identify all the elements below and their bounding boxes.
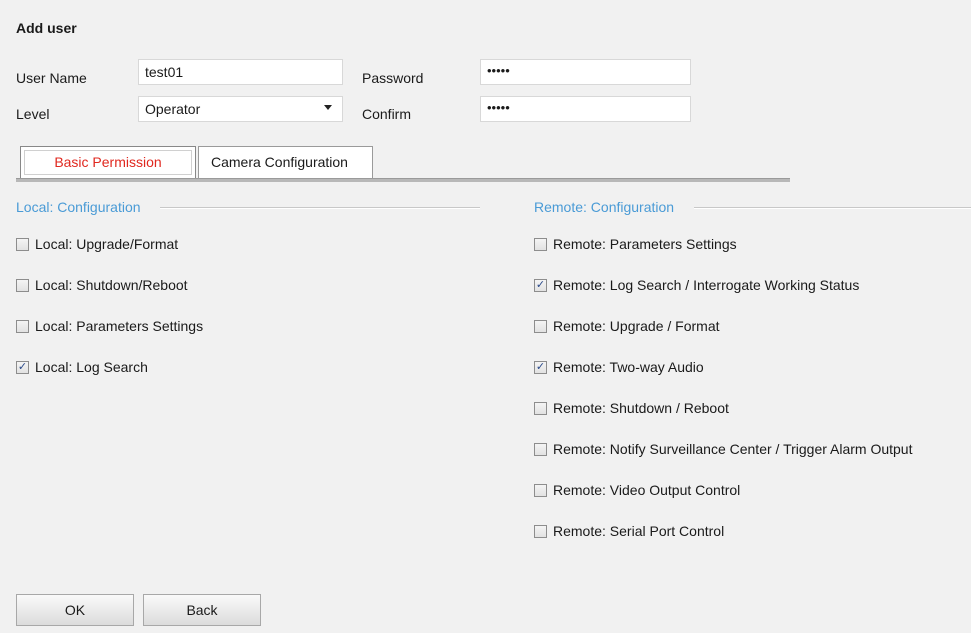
checkbox[interactable] — [16, 278, 29, 292]
username-field[interactable]: test01 — [138, 59, 343, 85]
tab-camera-configuration-label: Camera Configuration — [211, 154, 348, 170]
checkbox-checked[interactable]: ✓ — [16, 360, 29, 374]
local-permission-item[interactable]: ✓ Local: Log Search — [16, 359, 148, 375]
local-permission-item[interactable]: Local: Upgrade/Format — [16, 236, 178, 252]
remote-permission-item[interactable]: Remote: Shutdown / Reboot — [534, 400, 729, 416]
local-permission-item[interactable]: Local: Parameters Settings — [16, 318, 203, 334]
checkbox-checked[interactable]: ✓ — [534, 278, 547, 292]
permission-label: Remote: Parameters Settings — [553, 236, 737, 252]
checkbox[interactable] — [534, 483, 547, 497]
back-button[interactable]: Back — [143, 594, 261, 626]
permission-label: Remote: Shutdown / Reboot — [553, 400, 729, 416]
local-section-title: Local: Configuration — [16, 199, 143, 215]
permission-label: Local: Log Search — [35, 359, 148, 375]
checkbox[interactable] — [534, 319, 547, 333]
checkbox[interactable] — [534, 237, 547, 251]
tab-basic-permission-label: Basic Permission — [54, 154, 162, 170]
confirm-password-field[interactable]: ••••• — [480, 96, 691, 122]
username-label: User Name — [16, 70, 87, 86]
tab-bar: Basic Permission Camera Configuration — [16, 146, 790, 182]
chevron-down-icon — [324, 105, 332, 110]
remote-section-title: Remote: Configuration — [534, 199, 677, 215]
remote-permission-item[interactable]: Remote: Parameters Settings — [534, 236, 737, 252]
level-label: Level — [16, 106, 50, 122]
confirm-label: Confirm — [362, 106, 412, 122]
permission-label: Local: Parameters Settings — [35, 318, 204, 334]
permission-label: Remote: Serial Port Control — [553, 523, 725, 539]
permission-label: Remote: Log Search / Interrogate Working… — [553, 277, 860, 293]
remote-permission-item[interactable]: ✓ Remote: Log Search / Interrogate Workin… — [534, 277, 859, 293]
password-field[interactable]: ••••• — [480, 59, 691, 85]
permission-label: Remote: Video Output Control — [553, 482, 741, 498]
password-label: Password — [362, 70, 424, 86]
permission-label: Local: Shutdown/Reboot — [35, 277, 188, 293]
checkbox[interactable] — [16, 237, 29, 251]
permission-label: Remote: Two-way Audio — [553, 359, 704, 375]
remote-section-rule — [694, 207, 971, 209]
permission-label: Local: Upgrade/Format — [35, 236, 179, 252]
remote-permission-item[interactable]: Remote: Video Output Control — [534, 482, 740, 498]
tab-basic-permission[interactable]: Basic Permission — [20, 146, 196, 178]
checkbox[interactable] — [534, 442, 547, 456]
remote-permission-item[interactable]: Remote: Notify Surveillance Center / Tri… — [534, 441, 912, 457]
remote-permission-item[interactable]: ✓ Remote: Two-way Audio — [534, 359, 704, 375]
ok-button[interactable]: OK — [16, 594, 134, 626]
page-title: Add user — [16, 20, 77, 36]
level-select[interactable]: Operator — [138, 96, 343, 122]
permission-label: Remote: Upgrade / Format — [553, 318, 720, 334]
checkbox-checked[interactable]: ✓ — [534, 360, 547, 374]
checkbox[interactable] — [534, 401, 547, 415]
checkbox[interactable] — [534, 524, 547, 538]
local-permission-item[interactable]: Local: Shutdown/Reboot — [16, 277, 188, 293]
remote-permission-item[interactable]: Remote: Serial Port Control — [534, 523, 724, 539]
permission-label: Remote: Notify Surveillance Center / Tri… — [553, 441, 913, 457]
local-section-rule — [160, 207, 480, 209]
level-value: Operator — [145, 101, 201, 117]
checkbox[interactable] — [16, 319, 29, 333]
remote-permission-item[interactable]: Remote: Upgrade / Format — [534, 318, 720, 334]
tab-camera-configuration[interactable]: Camera Configuration — [198, 146, 373, 178]
